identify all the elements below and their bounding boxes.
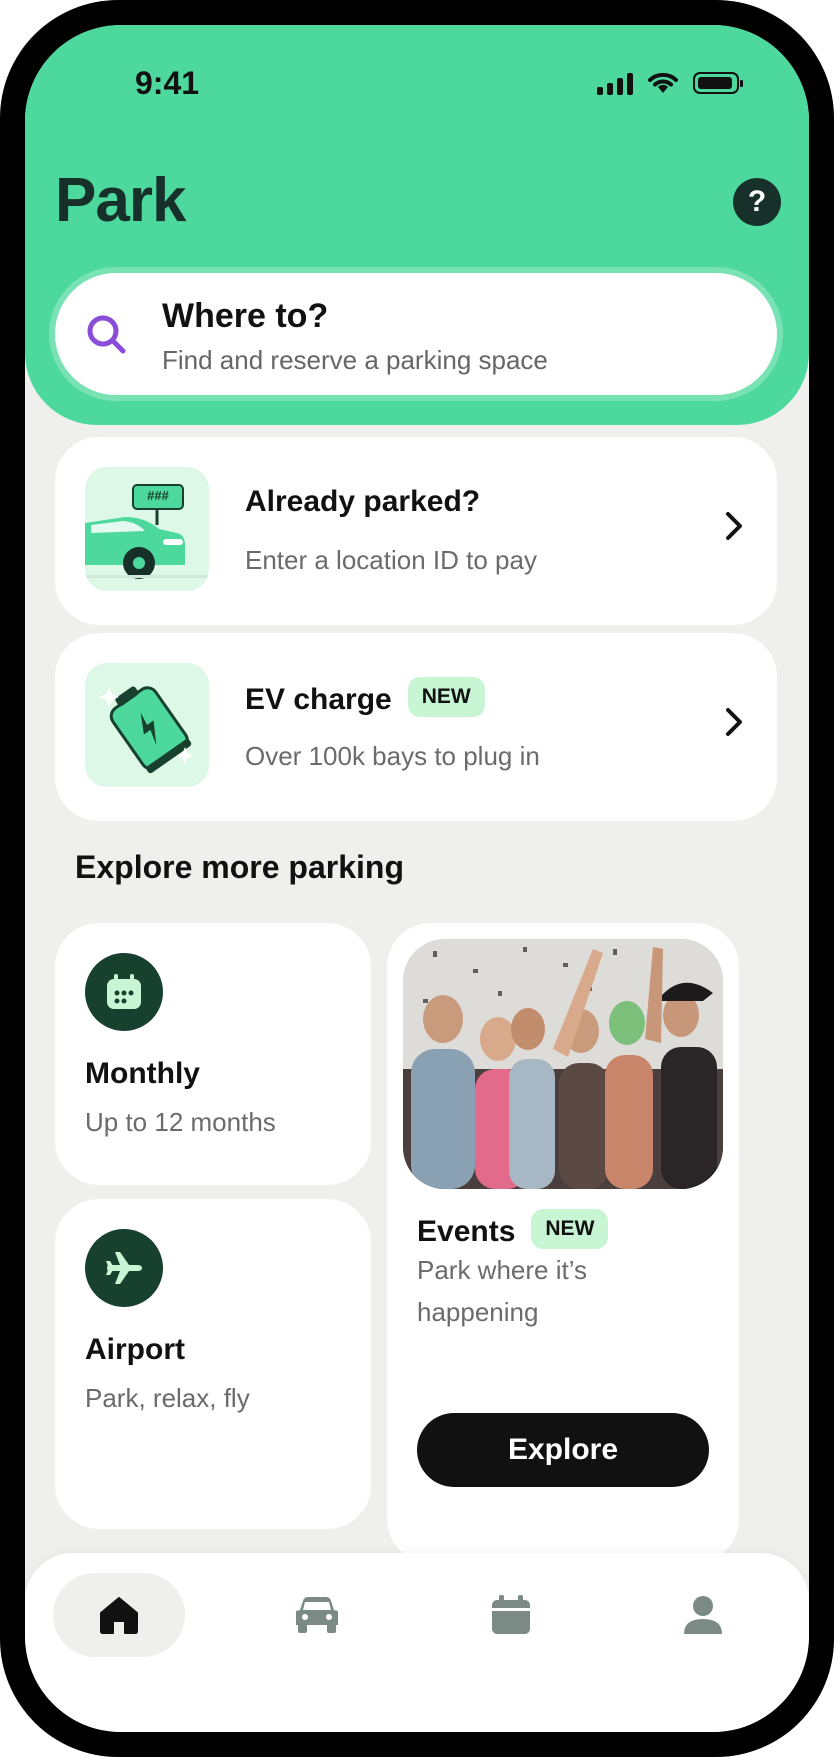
events-tile[interactable]: Events NEW Park where it’s happening Expl… xyxy=(387,923,739,1563)
battery-charge-icon xyxy=(99,686,194,774)
already-parked-card[interactable]: ### Already parked? Enter a location ID … xyxy=(55,437,777,625)
tab-vehicles[interactable] xyxy=(251,1573,383,1657)
section-title: Explore more parking xyxy=(75,849,404,885)
search-icon xyxy=(87,315,126,354)
calendar-icon xyxy=(107,974,141,1009)
tab-bar xyxy=(25,1553,809,1732)
car-icon xyxy=(296,1597,338,1633)
signal-icon xyxy=(597,71,633,95)
crowd-photo-illustration xyxy=(403,939,723,1189)
ev-charge-card[interactable]: EV charge NEW Over 100k bays to plug in xyxy=(55,633,777,821)
calendar-icon-badge xyxy=(85,953,163,1031)
events-photo xyxy=(403,939,723,1189)
chevron-right-icon xyxy=(726,708,742,736)
monthly-subtitle: Up to 12 months xyxy=(85,1107,276,1137)
tab-bookings[interactable] xyxy=(445,1573,577,1657)
plane-icon-badge xyxy=(85,1229,163,1307)
events-subtitle-line2: happening xyxy=(417,1297,539,1327)
home-icon xyxy=(100,1597,138,1634)
profile-icon xyxy=(684,1596,722,1634)
search-title: Where to? xyxy=(162,297,329,335)
events-subtitle: Park where it’s happening xyxy=(417,1249,587,1333)
airport-title: Airport xyxy=(85,1333,185,1366)
airport-tile[interactable]: Airport Park, relax, fly xyxy=(55,1199,371,1529)
explore-button[interactable]: Explore xyxy=(417,1413,709,1487)
monthly-title: Monthly xyxy=(85,1057,200,1090)
monthly-tile[interactable]: Monthly Up to 12 months xyxy=(55,923,371,1185)
tab-home[interactable] xyxy=(53,1573,185,1657)
events-subtitle-line1: Park where it’s xyxy=(417,1255,588,1285)
plane-icon xyxy=(106,1252,142,1284)
header: 9:41 Park ? Where to? Find and reserve a… xyxy=(25,25,809,425)
page-title: Park xyxy=(55,166,186,235)
status-time: 9:41 xyxy=(135,65,200,101)
car-sign-icon xyxy=(85,484,209,579)
ev-charge-title: EV charge NEW xyxy=(245,677,485,721)
ev-charge-subtitle: Over 100k bays to plug in xyxy=(245,741,540,771)
parked-car-illustration: ### xyxy=(85,467,209,591)
airport-subtitle: Park, relax, fly xyxy=(85,1383,250,1413)
already-parked-subtitle: Enter a location ID to pay xyxy=(245,545,537,575)
screen: 9:41 Park ? Where to? Find and reserve a… xyxy=(25,25,809,1732)
search-subtitle: Find and reserve a parking space xyxy=(162,345,548,375)
help-button[interactable]: ? xyxy=(733,178,781,226)
ev-battery-illustration xyxy=(85,663,209,787)
new-badge: NEW xyxy=(531,1209,609,1249)
already-parked-title: Already parked? xyxy=(245,485,481,518)
tab-profile[interactable] xyxy=(637,1573,769,1657)
phone-frame: 9:41 Park ? Where to? Find and reserve a… xyxy=(0,0,834,1757)
status-icons xyxy=(597,71,743,95)
calendar-icon xyxy=(492,1595,530,1634)
location-sign-text: ### xyxy=(147,488,169,503)
chevron-right-icon xyxy=(726,512,742,540)
search-bar[interactable]: Where to? Find and reserve a parking spa… xyxy=(55,273,777,395)
new-badge: NEW xyxy=(407,677,485,717)
events-title-text: Events xyxy=(417,1214,516,1248)
ev-charge-title-text: EV charge xyxy=(245,682,392,716)
wifi-icon xyxy=(648,72,678,93)
battery-icon xyxy=(693,72,743,94)
events-title: Events NEW xyxy=(417,1209,609,1253)
